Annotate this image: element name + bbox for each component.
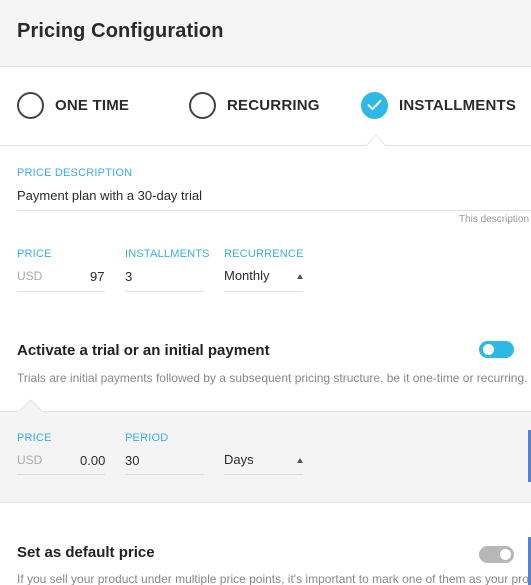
trial-period-input[interactable]: 30 [125,453,139,468]
radio-recurring[interactable] [189,91,216,119]
trial-price-currency: USD [17,453,43,467]
price-underline [17,291,105,292]
radio-one-time[interactable] [17,91,44,119]
toggle-knob [500,549,511,560]
dialog-header: Pricing Configuration [0,0,531,67]
price-details-panel: PRICE DESCRIPTION Payment plan with a 30… [0,146,531,411]
trial-toggle[interactable] [479,341,514,358]
recurrence-select[interactable]: Monthly [224,268,270,283]
default-price-section: Set as default price If you sell your pr… [0,502,531,585]
installments-input[interactable]: 3 [125,269,132,284]
price-currency: USD [17,269,43,283]
trial-period-underline [125,474,204,475]
trial-period-label: PERIOD [125,432,169,444]
recurrence-label: RECURRENCE [224,248,304,260]
trial-section-title: Activate a trial or an initial payment [17,342,270,359]
default-price-toggle[interactable] [479,546,514,563]
dropdown-arrow-icon[interactable] [297,274,303,279]
price-type-label: RECURRING [227,96,320,114]
checkmark-icon [367,99,382,110]
price-amount-input[interactable]: 97 [90,269,104,284]
dropdown-arrow-icon[interactable] [297,458,303,463]
trial-price-input[interactable]: 0.00 [80,453,105,468]
installments-label: INSTALLMENTS [125,248,210,260]
default-price-title: Set as default price [17,544,155,561]
radio-installments[interactable] [361,91,388,119]
trial-price-underline [17,474,105,475]
price-type-installments[interactable]: INSTALLMENTS [361,91,516,119]
trial-section-description: Trials are initial payments followed by … [17,371,528,385]
selected-caret-icon [365,134,387,147]
installments-underline [125,291,204,292]
price-type-recurring[interactable]: RECURRING [189,91,320,119]
price-description-hint: This description [459,214,530,225]
price-type-label: ONE TIME [55,96,130,114]
toggle-knob [483,344,494,355]
trial-caret-icon [19,399,43,412]
trial-settings-panel: PRICE USD 0.00 PERIOD 30 Days [0,411,531,502]
price-type-label: INSTALLMENTS [399,96,517,114]
price-description-underline [17,210,531,211]
price-label: PRICE [17,248,52,260]
price-description-input[interactable]: Payment plan with a 30-day trial [17,188,202,203]
trial-price-label: PRICE [17,432,52,444]
default-price-description: If you sell your product under multiple … [17,572,531,585]
trial-period-unit-select[interactable]: Days [224,452,254,467]
page-title: Pricing Configuration [17,20,224,42]
price-type-one-time[interactable]: ONE TIME [17,91,129,119]
trial-unit-underline [224,474,303,475]
price-description-label: PRICE DESCRIPTION [17,167,133,179]
recurrence-underline [224,291,303,292]
price-type-selector: ONE TIME RECURRING INSTALLMENTS [0,67,531,146]
